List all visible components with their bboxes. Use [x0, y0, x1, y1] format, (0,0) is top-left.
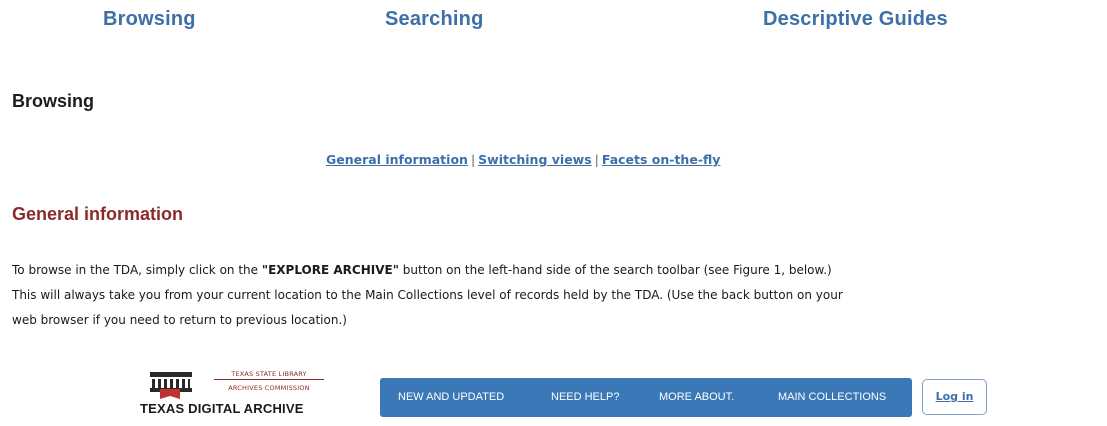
login-link[interactable]: Log in	[936, 390, 974, 403]
ribbon-icon	[160, 389, 180, 399]
toolbar-main-collections[interactable]: MAIN COLLECTIONS	[778, 391, 886, 403]
tda-logo: TEXAS STATE LIBRARY ARCHIVES COMMISSION …	[136, 369, 336, 425]
separator: |	[594, 152, 599, 167]
explore-archive-mention: "EXPLORE ARCHIVE"	[261, 263, 399, 277]
section-heading: Browsing	[12, 91, 95, 111]
nav-link-descriptive-guides[interactable]: Descriptive Guides	[763, 8, 948, 31]
general-information-heading: General information	[12, 204, 184, 224]
link-switching-views[interactable]: Switching views	[478, 152, 592, 167]
toolbar-more-about[interactable]: MORE ABOUT.	[659, 391, 734, 403]
logo-name: TEXAS DIGITAL ARCHIVE	[140, 401, 304, 416]
login-button[interactable]: Log in	[922, 379, 987, 415]
logo-line-1: TEXAS STATE LIBRARY	[214, 370, 324, 380]
toolbar-new-and-updated[interactable]: NEW AND UPDATED	[398, 391, 504, 403]
separator: |	[470, 152, 476, 167]
nav-link-searching[interactable]: Searching	[385, 8, 484, 31]
nav-link-browsing[interactable]: Browsing	[103, 8, 196, 31]
paragraph-text: To browse in the TDA, simply click on th…	[12, 263, 262, 277]
search-toolbar: NEW AND UPDATED NEED HELP? MORE ABOUT. M…	[380, 378, 912, 417]
general-information-paragraph: To browse in the TDA, simply click on th…	[12, 258, 1102, 333]
link-facets-on-the-fly[interactable]: Facets on-the-fly	[602, 152, 721, 167]
figure-toolbar-screenshot: TEXAS STATE LIBRARY ARCHIVES COMMISSION …	[0, 360, 1107, 426]
logo-line-2: ARCHIVES COMMISSION	[228, 384, 310, 392]
section-sub-links: General information | Switching views | Face…	[326, 152, 720, 167]
toolbar-need-help[interactable]: NEED HELP?	[551, 391, 619, 403]
link-general-information[interactable]: General information	[326, 152, 468, 167]
